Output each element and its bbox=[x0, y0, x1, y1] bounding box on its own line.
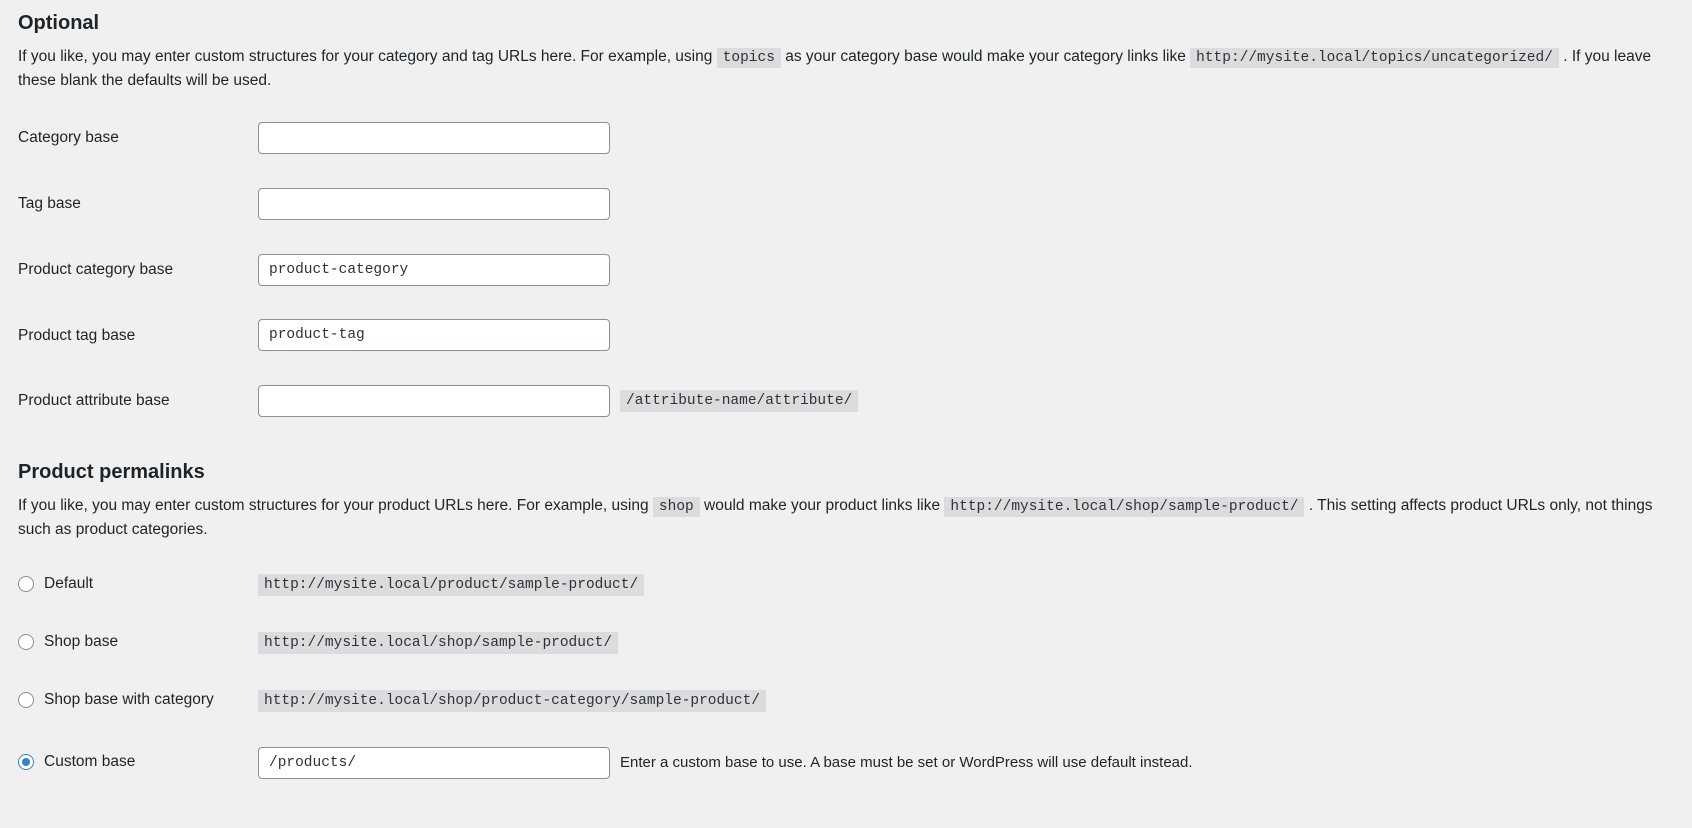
optional-desc-part1: If you like, you may enter custom struct… bbox=[18, 48, 713, 65]
product-category-base-input[interactable] bbox=[258, 253, 610, 286]
radio-label-custom-base: Custom base bbox=[44, 753, 136, 771]
radio-shop-base-with-category-icon[interactable] bbox=[18, 691, 34, 708]
table-row-product-attribute-base: Product attribute base /attribute-name/a… bbox=[18, 368, 1674, 434]
product-permalink-options-table: Default http://mysite.local/product/samp… bbox=[18, 556, 1674, 796]
optional-desc-code-topics: topics bbox=[716, 48, 781, 68]
product-attribute-base-suffix: /attribute-name/attribute/ bbox=[620, 390, 859, 413]
product-attribute-base-input[interactable] bbox=[258, 385, 610, 418]
url-preview-default: http://mysite.local/product/sample-produ… bbox=[258, 574, 645, 597]
table-row-option-custom-base: Custom base Enter a custom base to use. … bbox=[18, 730, 1674, 796]
radio-option-default[interactable]: Default bbox=[18, 573, 93, 595]
product-permalinks-description: If you like, you may enter custom struct… bbox=[18, 494, 1658, 542]
radio-default-icon[interactable] bbox=[18, 576, 34, 593]
label-category-base: Category base bbox=[18, 129, 119, 147]
radio-custom-base-icon[interactable] bbox=[18, 753, 34, 770]
table-row-option-default: Default http://mysite.local/product/samp… bbox=[18, 556, 1674, 614]
radio-label-default: Default bbox=[44, 575, 94, 593]
radio-label-shop-base-with-category: Shop base with category bbox=[44, 691, 214, 709]
label-product-tag-base: Product tag base bbox=[18, 326, 136, 344]
custom-base-input[interactable] bbox=[258, 746, 610, 779]
radio-option-custom-base[interactable]: Custom base bbox=[18, 751, 135, 773]
table-row-option-shop-base: Shop base http://mysite.local/shop/sampl… bbox=[18, 614, 1674, 672]
product-desc-part2: would make your product links like bbox=[704, 496, 941, 514]
optional-section-description: If you like, you may enter custom struct… bbox=[18, 45, 1658, 93]
url-preview-shop-base: http://mysite.local/shop/sample-product/ bbox=[258, 632, 619, 655]
table-row-product-category-base: Product category base bbox=[18, 237, 1674, 303]
custom-base-help-text: Enter a custom base to use. A base must … bbox=[620, 754, 1193, 772]
optional-section-heading: Optional bbox=[18, 12, 100, 34]
table-row-tag-base: Tag base bbox=[18, 171, 1674, 237]
url-preview-shop-base-with-category: http://mysite.local/shop/product-categor… bbox=[258, 690, 766, 713]
product-tag-base-input[interactable] bbox=[258, 319, 610, 352]
table-row-product-tag-base: Product tag base bbox=[18, 303, 1674, 369]
product-desc-code-shop: shop bbox=[652, 496, 700, 517]
radio-option-shop-base-with-category[interactable]: Shop base with category bbox=[18, 689, 214, 711]
tag-base-input[interactable] bbox=[258, 188, 610, 221]
permalink-settings-page: Optional If you like, you may enter cust… bbox=[0, 0, 1692, 796]
product-desc-code-example-url: http://mysite.local/shop/sample-product/ bbox=[944, 496, 1305, 517]
optional-desc-part2: as your category base would make your ca… bbox=[785, 48, 1186, 65]
label-product-attribute-base: Product attribute base bbox=[18, 392, 170, 410]
label-product-category-base: Product category base bbox=[18, 260, 174, 278]
product-permalinks-heading: Product permalinks bbox=[18, 460, 205, 483]
table-row-option-shop-base-with-category: Shop base with category http://mysite.lo… bbox=[18, 672, 1674, 730]
radio-option-shop-base[interactable]: Shop base bbox=[18, 631, 118, 653]
radio-shop-base-icon[interactable] bbox=[18, 634, 34, 651]
optional-desc-code-example-url: http://mysite.local/topics/uncategorized… bbox=[1190, 48, 1559, 68]
label-tag-base: Tag base bbox=[18, 195, 81, 213]
table-row-category-base: Category base bbox=[18, 105, 1674, 171]
product-desc-part1: If you like, you may enter custom struct… bbox=[18, 496, 649, 514]
optional-fields-table: Category base Tag base Product category … bbox=[18, 105, 1674, 433]
category-base-input[interactable] bbox=[258, 122, 610, 155]
radio-label-shop-base: Shop base bbox=[44, 633, 119, 651]
